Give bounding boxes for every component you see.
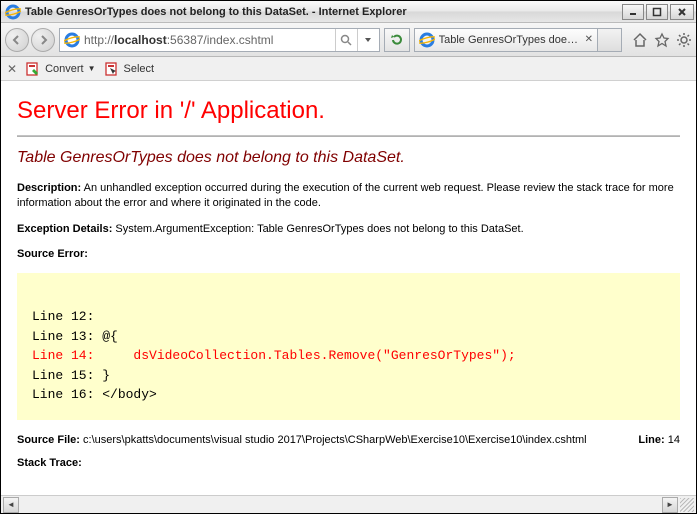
window-title: Table GenresOrTypes does not belong to t… (25, 6, 622, 18)
select-icon (104, 61, 120, 77)
divider (17, 135, 680, 137)
tools-icon[interactable] (676, 32, 692, 48)
select-label: Select (124, 63, 155, 75)
source-file-path: c:\users\pkatts\documents\visual studio … (83, 434, 587, 446)
tab-close-icon[interactable]: ✕ (585, 34, 593, 45)
exception-label: Exception Details: (17, 223, 112, 235)
error-subheading: Table GenresOrTypes does not belong to t… (17, 149, 680, 167)
tab-active[interactable]: Table GenresOrTypes does n... ✕ (414, 28, 598, 52)
home-icon[interactable] (632, 32, 648, 48)
window-titlebar: Table GenresOrTypes does not belong to t… (1, 1, 696, 23)
error-page[interactable]: Server Error in '/' Application. Table G… (1, 81, 696, 495)
maximize-button[interactable] (646, 4, 668, 20)
source-line-12: Line 12: (32, 309, 94, 324)
convert-label: Convert (45, 63, 84, 75)
command-bar-close-icon[interactable]: ✕ (7, 62, 17, 76)
close-button[interactable] (670, 4, 694, 20)
scroll-left-button[interactable]: ◄ (3, 497, 19, 513)
stack-trace-label: Stack Trace: (17, 457, 82, 469)
convert-button[interactable]: Convert ▼ (25, 61, 95, 77)
source-line-14-error: Line 14: dsVideoCollection.Tables.Remove… (32, 348, 516, 363)
url-host: localhost (114, 33, 167, 47)
browser-viewport: Server Error in '/' Application. Table G… (1, 81, 696, 495)
favorites-icon[interactable] (654, 32, 670, 48)
tab-strip: Table GenresOrTypes does n... ✕ (414, 28, 622, 52)
exception-text: System.ArgumentException: Table GenresOr… (115, 223, 523, 235)
error-heading: Server Error in '/' Application. (17, 97, 680, 125)
select-button[interactable]: Select (104, 61, 155, 77)
address-search-split-icon[interactable] (335, 29, 357, 51)
horizontal-scrollbar[interactable]: ◄ ► (1, 497, 680, 513)
window-controls (622, 4, 694, 20)
refresh-button[interactable] (384, 28, 410, 52)
browser-toolbar: http://localhost:56387/index.cshtml Tabl… (1, 23, 696, 57)
tab-label: Table GenresOrTypes does n... (439, 34, 579, 46)
source-code-box: Line 12: Line 13: @{ Line 14: dsVideoCol… (17, 273, 680, 420)
source-file-row: Source File: c:\users\pkatts\documents\v… (17, 434, 680, 446)
forward-button[interactable] (31, 28, 55, 52)
exception-paragraph: Exception Details: System.ArgumentExcept… (17, 222, 680, 237)
minimize-button[interactable] (622, 4, 644, 20)
source-file-label: Source File: (17, 434, 80, 446)
source-line-13: Line 13: @{ (32, 329, 118, 344)
new-tab-button[interactable] (598, 28, 622, 52)
url-path: :56387/index.cshtml (167, 33, 274, 47)
address-dropdown-icon[interactable] (357, 29, 379, 51)
url-scheme: http:// (84, 33, 114, 47)
source-error-label: Source Error: (17, 248, 88, 260)
address-bar-favicon-icon (64, 32, 80, 48)
stack-trace-label-row: Stack Trace: (17, 456, 680, 471)
description-text: An unhandled exception occurred during t… (17, 182, 674, 209)
source-line-16: Line 16: </body> (32, 387, 157, 402)
status-bar: ◄ ► (1, 495, 696, 513)
address-bar-url: http://localhost:56387/index.cshtml (84, 33, 335, 47)
line-label: Line: (638, 434, 664, 446)
ie-favicon-icon (5, 4, 21, 20)
convert-icon (25, 61, 41, 77)
command-bar: ✕ Convert ▼ Select (1, 57, 696, 81)
resize-grip-icon[interactable] (680, 498, 694, 512)
line-number: 14 (668, 434, 680, 446)
convert-dropdown-icon[interactable]: ▼ (88, 64, 96, 73)
source-line-15: Line 15: } (32, 368, 110, 383)
source-error-label-row: Source Error: (17, 247, 680, 262)
description-paragraph: Description: An unhandled exception occu… (17, 181, 680, 212)
address-bar[interactable]: http://localhost:56387/index.cshtml (59, 28, 380, 52)
description-label: Description: (17, 182, 81, 194)
scroll-right-button[interactable]: ► (662, 497, 678, 513)
tab-favicon-icon (419, 32, 435, 48)
back-button[interactable] (5, 28, 29, 52)
